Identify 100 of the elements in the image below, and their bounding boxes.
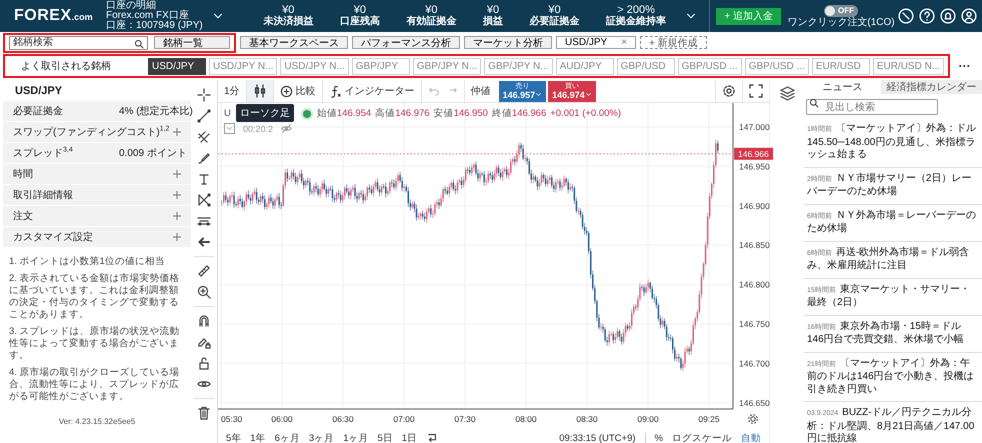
instrument-chip[interactable]: GBP/USD xyxy=(616,58,675,74)
plus-icon[interactable] xyxy=(173,191,181,199)
settings-icon[interactable] xyxy=(748,414,758,424)
text-tool-icon[interactable] xyxy=(197,172,211,186)
detail-row[interactable]: カスタマイズ設定 xyxy=(3,227,191,248)
stat-label: 未決済損益 xyxy=(263,16,314,27)
instrument-chip[interactable]: EUR/USD N... xyxy=(872,58,944,74)
workspace-tab[interactable]: 基本ワークスペース xyxy=(240,36,348,49)
headline-search-field[interactable]: 見出し検索 xyxy=(806,99,938,115)
news-tab[interactable]: 経済指標カレンダー xyxy=(881,80,982,94)
instrument-chip[interactable]: GBP/JPY N... xyxy=(484,58,553,74)
range-button[interactable]: 1ヶ月 xyxy=(343,432,368,443)
trash-icon[interactable] xyxy=(197,406,211,420)
detail-row[interactable]: 取引詳細情報 xyxy=(3,185,191,206)
instrument-chip[interactable]: AUD/JPY xyxy=(556,58,614,74)
time-label: 06:00 xyxy=(271,414,293,424)
workspace-tab[interactable]: USD/JPY × xyxy=(556,36,636,49)
stat-label: 証拠金維持率 xyxy=(606,16,666,27)
detail-row[interactable]: 注文 xyxy=(3,206,191,227)
ruler-icon[interactable] xyxy=(197,264,211,278)
workspace-tab[interactable]: パフォーマンス分析 xyxy=(352,36,460,49)
range-button[interactable]: 6ヶ月 xyxy=(274,432,300,443)
line-tool-icon[interactable] xyxy=(197,109,211,123)
back-arrow-icon[interactable] xyxy=(197,235,211,249)
instrument-list-button[interactable]: 銘柄一覧 xyxy=(154,36,230,49)
price-label: 146.950 xyxy=(739,161,770,172)
percent-button[interactable]: % xyxy=(654,432,663,443)
range-button[interactable]: 5日 xyxy=(377,432,393,443)
settings-icon[interactable] xyxy=(722,84,736,98)
version-text: Ver: 4.23.15.32e5ee5 xyxy=(58,417,136,426)
fullscreen-icon[interactable] xyxy=(749,84,763,98)
magnet-icon[interactable] xyxy=(197,314,211,328)
time-label: 06:30 xyxy=(332,414,354,424)
detail-row[interactable]: 時間 xyxy=(3,164,191,185)
brush-icon[interactable] xyxy=(197,151,211,165)
indicators-button[interactable]: インジケーター xyxy=(322,80,422,102)
log-scale-button[interactable]: ログスケール xyxy=(672,432,732,443)
instrument-chip[interactable]: USD/JPY N... xyxy=(209,58,278,74)
pitchfork-icon[interactable] xyxy=(197,130,211,144)
price-label: 146.650 xyxy=(739,398,770,408)
workspace-tab[interactable]: マーケット分析 xyxy=(464,36,552,49)
stat-label: 有効証拠金 xyxy=(406,16,456,27)
time-label: 09:25 xyxy=(698,414,720,424)
mid-price-button[interactable]: 仲値 xyxy=(464,80,497,102)
zoom-in-icon[interactable] xyxy=(197,285,211,299)
stat-label: 損益 xyxy=(482,16,503,27)
lock-icon[interactable] xyxy=(197,356,211,370)
more-button[interactable]: ··· xyxy=(950,59,979,73)
layers-icon[interactable] xyxy=(780,86,794,101)
plus-icon[interactable] xyxy=(173,170,181,178)
pattern-icon[interactable] xyxy=(197,193,211,207)
change-value: +0.001 (+0.00%) xyxy=(550,108,622,119)
range-button[interactable]: 3ヶ月 xyxy=(308,432,334,443)
collapse-button[interactable] xyxy=(224,123,235,134)
instrument-chip[interactable]: USD/JPY N... xyxy=(280,58,349,74)
instrument-chip[interactable]: GBP/USD ... xyxy=(744,58,809,74)
account-number: 口座：1007949 (JPY) xyxy=(106,21,204,31)
replay-icon[interactable] xyxy=(426,432,438,443)
instrument-chip[interactable]: USD/JPY xyxy=(148,58,206,74)
instrument-chip[interactable]: GBP/JPY N... xyxy=(412,58,482,74)
stat-value: > 200% xyxy=(617,5,655,16)
footnote: 4. 原市場の取引がクローズしている場合、流動性等により、スプレッドが広がる可能性がございます。 xyxy=(9,367,181,403)
instrument-chip[interactable]: EUR/USD xyxy=(812,58,870,74)
plus-icon[interactable] xyxy=(173,233,181,241)
instrument-chip[interactable]: GBP/JPY xyxy=(352,58,410,74)
detail-row[interactable]: スワップ(ファンディングコスト)$^{1,2}$ xyxy=(3,122,191,143)
stat-value: ¥0 xyxy=(486,5,500,16)
function-icon xyxy=(328,84,342,98)
footnote: 3. スプレッドは、原市場の状況や流動性等によって変動する場合がございます。 xyxy=(9,326,181,362)
time-label: 07:30 xyxy=(454,414,476,424)
account-name: Forex.com FX口座 xyxy=(106,11,189,21)
search-field[interactable]: 銘柄検索 xyxy=(9,36,148,50)
clock-text: 09:33:15 (UTC+9) xyxy=(559,432,636,443)
search-icon xyxy=(809,98,819,108)
crosshair-icon[interactable] xyxy=(197,88,211,102)
eye-off-icon[interactable] xyxy=(281,123,292,134)
range-button[interactable]: 1日 xyxy=(402,432,418,443)
new-tab-button[interactable]: + 新規作成 xyxy=(640,36,707,49)
price-label: 147.000 xyxy=(739,122,770,132)
status-dot-icon xyxy=(300,108,313,120)
price-label: 146.900 xyxy=(739,200,770,211)
bell-icon[interactable] xyxy=(940,8,956,24)
auto-scale-button[interactable]: 自動 xyxy=(741,432,761,443)
compare-button[interactable]: 比較 xyxy=(274,80,323,102)
time-label: 05:30 xyxy=(221,414,242,424)
help-icon[interactable] xyxy=(919,8,935,24)
stat-value: ¥0 xyxy=(425,5,438,16)
stat-label: 口座残高 xyxy=(340,16,380,27)
instrument-chip[interactable]: GBP/USD ... xyxy=(678,58,742,74)
one-click-toggle[interactable]: OFF xyxy=(824,4,858,16)
panel-title: USD/JPY xyxy=(15,85,64,97)
candlestick-icon[interactable] xyxy=(252,84,267,98)
user-icon[interactable] xyxy=(961,8,977,24)
range-button[interactable]: 5年 xyxy=(226,432,242,443)
plus-icon[interactable] xyxy=(173,128,181,136)
tooltip: ローソク足 xyxy=(236,104,294,122)
logo: FOREX.com xyxy=(13,7,94,25)
range-button[interactable]: 1年 xyxy=(250,432,266,443)
plus-icon[interactable] xyxy=(173,212,181,220)
time-label: 09:00 xyxy=(637,414,659,424)
